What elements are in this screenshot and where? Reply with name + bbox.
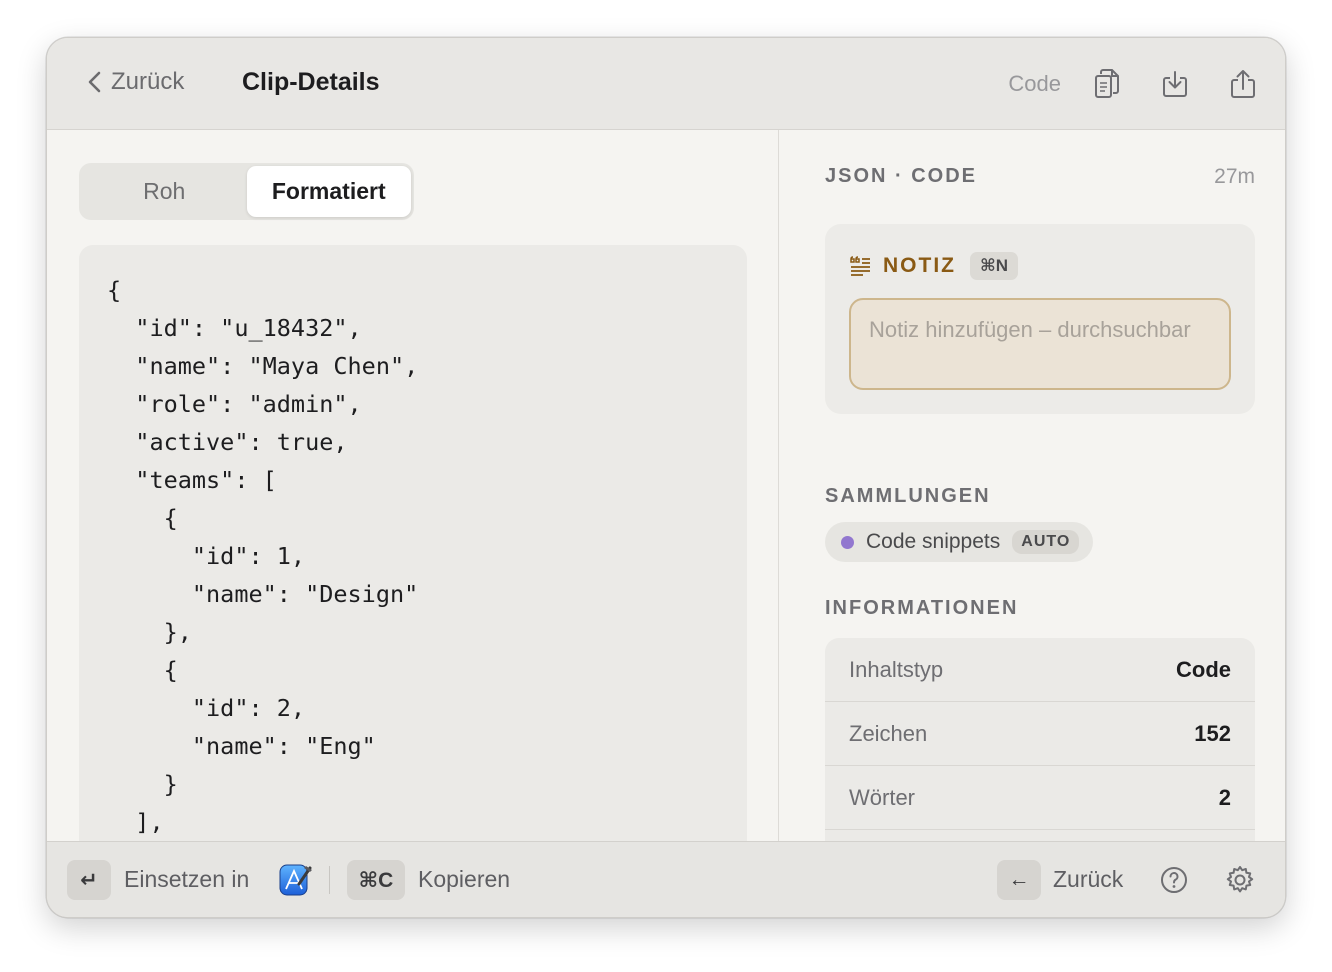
chevron-left-icon	[88, 71, 101, 93]
collection-color-dot	[841, 535, 854, 549]
note-title: NOTIZ	[883, 254, 956, 277]
info-row-characters: Zeichen 152	[825, 702, 1255, 766]
note-input[interactable]: Notiz hinzufügen – durchsuchbar	[849, 298, 1231, 390]
collection-chip[interactable]: Code snippets AUTO	[825, 522, 1094, 562]
copy-button[interactable]	[1089, 66, 1125, 102]
info-row-words: Wörter 2	[825, 766, 1255, 830]
content-type-label: Code	[1008, 71, 1061, 96]
view-mode-segmented-control: Roh Formatiert	[79, 163, 414, 220]
info-key: Wörter	[849, 784, 915, 810]
info-value: Code	[1176, 656, 1231, 682]
info-value: 152	[1194, 720, 1231, 746]
auto-badge: AUTO	[1012, 530, 1080, 554]
header-bar: Zurück Clip-Details Code	[47, 38, 1285, 130]
xcode-app-icon[interactable]	[277, 862, 313, 898]
paste-label[interactable]: Einsetzen in	[124, 866, 249, 893]
info-heading: INFORMATIONEN	[825, 597, 1019, 619]
clip-details-window: Zurück Clip-Details Code Roh Formatiert …	[46, 37, 1286, 918]
tab-formatted[interactable]: Formatiert	[246, 166, 411, 217]
code-preview[interactable]: { "id": "u_18432", "name": "Maya Chen", …	[79, 245, 747, 865]
back-button[interactable]: Zurück	[87, 68, 184, 96]
settings-gear-icon[interactable]	[1224, 864, 1256, 896]
info-key: Zeichen	[849, 720, 928, 746]
paste-key-badge[interactable]: ↵	[67, 860, 111, 900]
help-icon[interactable]	[1158, 864, 1190, 896]
footer-divider	[329, 866, 330, 894]
note-header: NOTIZ ⌘N	[849, 252, 1019, 280]
back-key-badge[interactable]: ←	[997, 860, 1041, 900]
save-icon	[1163, 71, 1187, 97]
back-label: Zurück	[111, 68, 185, 95]
collection-label: Code snippets	[866, 530, 1001, 553]
tab-raw[interactable]: Roh	[82, 166, 247, 217]
content-pane: Roh Formatiert { "id": "u_18432", "name"…	[47, 130, 779, 865]
clip-age: 27m	[1214, 165, 1255, 188]
copy-key-badge[interactable]: ⌘C	[347, 860, 405, 900]
details-pane: JSON · CODE 27m NOTIZ ⌘N Notiz hinzufüge…	[780, 130, 1285, 878]
content-kind-label: JSON · CODE	[825, 165, 978, 187]
share-button[interactable]	[1225, 66, 1261, 102]
note-card: NOTIZ ⌘N Notiz hinzufügen – durchsuchbar	[825, 224, 1255, 414]
header-actions: Code	[1008, 66, 1261, 102]
share-icon	[1231, 70, 1255, 98]
collections-heading: SAMMLUNGEN	[825, 485, 991, 507]
footer-back-label[interactable]: Zurück	[1053, 866, 1123, 893]
info-row-content-type: Inhaltstyp Code	[825, 638, 1255, 702]
save-button[interactable]	[1157, 66, 1193, 102]
info-value: 2	[1218, 784, 1231, 810]
code-text: { "id": "u_18432", "name": "Maya Chen", …	[107, 276, 419, 836]
copy-label[interactable]: Kopieren	[418, 866, 510, 893]
note-quote-icon	[850, 256, 870, 276]
info-key: Inhaltstyp	[849, 656, 944, 682]
action-bar: ↵ Einsetzen in ⌘C Kopieren ← Zurück	[47, 841, 1285, 917]
note-shortcut-badge: ⌘N	[970, 252, 1019, 280]
page-title: Clip-Details	[242, 68, 380, 96]
copy-icon	[1095, 69, 1119, 98]
